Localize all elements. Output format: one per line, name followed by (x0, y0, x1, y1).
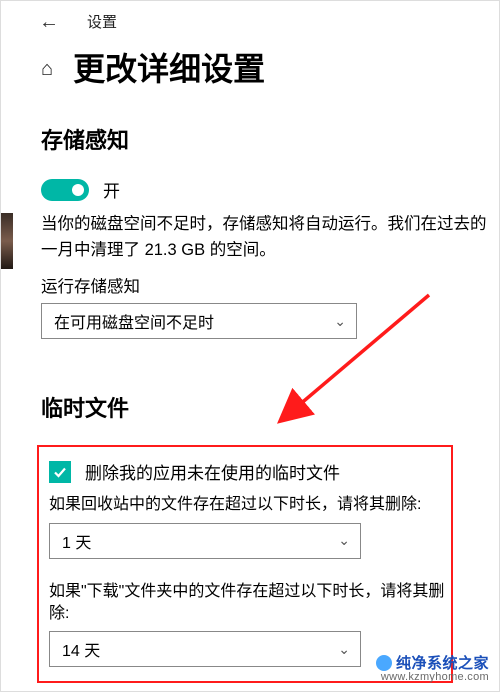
highlight-annotation: 删除我的应用未在使用的临时文件 如果回收站中的文件存在超过以下时长，请将其删除:… (37, 445, 453, 683)
watermark-title: 纯净系统之家 (396, 652, 489, 673)
chevron-down-icon: ⌄ (334, 313, 346, 330)
watermark: 纯净系统之家 www.kzmyhome.com (376, 652, 489, 683)
check-icon (52, 464, 68, 480)
toggle-knob (72, 184, 84, 196)
downloads-select[interactable]: 14 天 ⌄ (49, 631, 361, 667)
watermark-url: www.kzmyhome.com (376, 671, 489, 683)
delete-temp-files-label: 删除我的应用未在使用的临时文件 (85, 459, 340, 484)
delete-temp-files-checkbox[interactable] (49, 461, 71, 483)
storage-sense-toggle-row: 开 (9, 177, 499, 202)
page-title-row: ⌂ 更改详细设置 (9, 52, 499, 87)
storage-sense-description: 当你的磁盘空间不足时，存储感知将自动运行。我们在过去的一月中清理了 21.3 G… (9, 212, 499, 263)
run-storage-sense-label: 运行存储感知 (9, 273, 499, 297)
downloads-selected: 14 天 (62, 637, 100, 661)
settings-window: ← 设置 ⌂ 更改详细设置 存储感知 开 当你的磁盘空间不足时，存储感知将自动运… (0, 0, 500, 692)
storage-sense-heading: 存储感知 (9, 123, 499, 155)
back-arrow-icon[interactable]: ← (39, 12, 59, 32)
storage-sense-toggle[interactable] (41, 179, 89, 201)
home-icon[interactable]: ⌂ (41, 58, 53, 81)
top-bar: ← 设置 (9, 11, 499, 32)
chevron-down-icon: ⌄ (338, 532, 350, 549)
page-title: 更改详细设置 (73, 52, 265, 87)
run-storage-sense-select[interactable]: 在可用磁盘空间不足时 ⌄ (41, 303, 357, 339)
watermark-logo-icon (376, 655, 392, 671)
run-storage-sense-selected: 在可用磁盘空间不足时 (54, 309, 214, 333)
downloads-label: 如果"下载"文件夹中的文件存在超过以下时长，请将其删除: (43, 581, 447, 626)
chevron-down-icon: ⌄ (338, 641, 350, 658)
recycle-bin-select[interactable]: 1 天 ⌄ (49, 523, 361, 559)
delete-temp-files-row: 删除我的应用未在使用的临时文件 (43, 459, 447, 484)
recycle-bin-label: 如果回收站中的文件存在超过以下时长，请将其删除: (43, 494, 447, 516)
temp-files-heading: 临时文件 (9, 391, 499, 423)
left-edge-fragment (1, 213, 13, 269)
toggle-state-label: 开 (103, 177, 120, 202)
recycle-bin-selected: 1 天 (62, 529, 91, 553)
settings-label: 设置 (87, 11, 117, 32)
